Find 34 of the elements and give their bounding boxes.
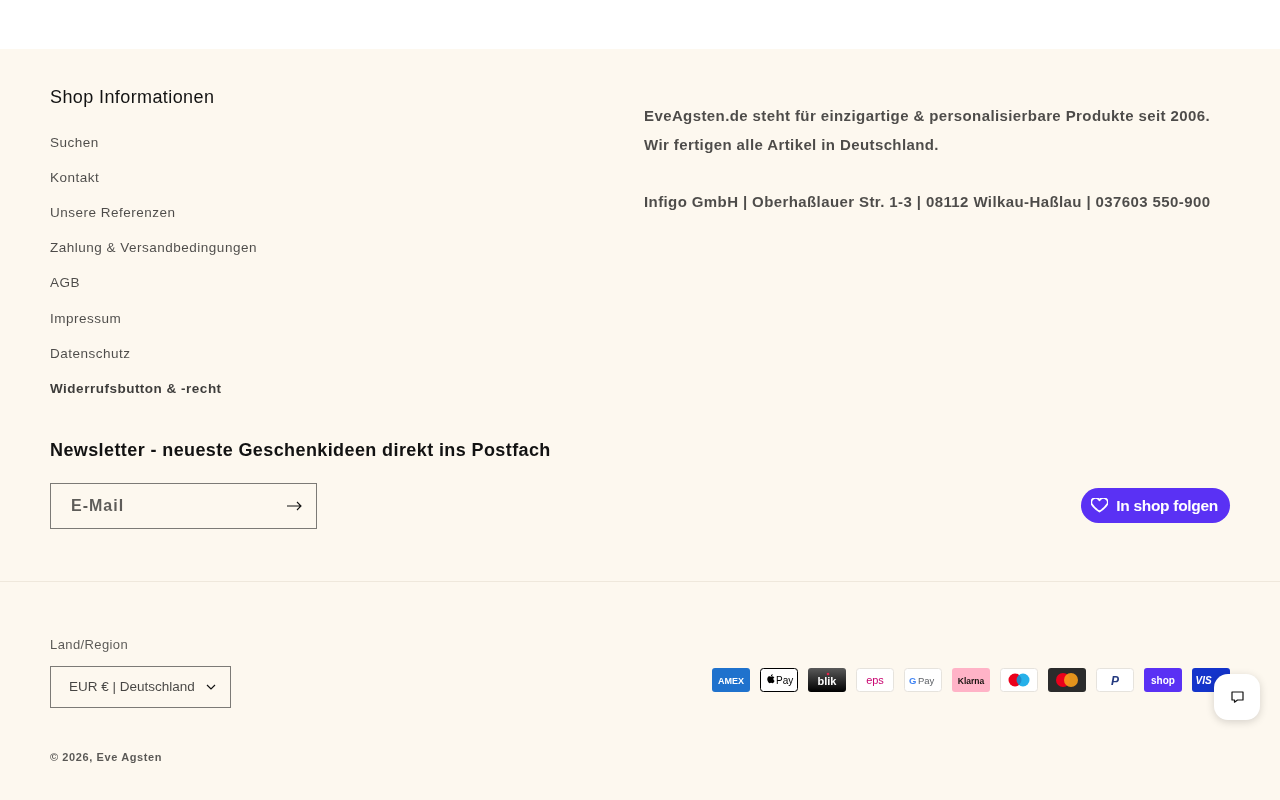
payment-logo: G Pay [904, 667, 942, 692]
footer-link[interactable]: Suchen [50, 133, 99, 152]
payment-logo: P [1096, 667, 1134, 692]
country-select[interactable]: EUR € | Deutschland [50, 665, 231, 708]
arrow-right-icon [286, 500, 302, 511]
payment-logo: Klarna [952, 667, 990, 692]
footer-link[interactable]: Zahlung & Versandbedingungen [50, 239, 257, 258]
chat-button[interactable] [1214, 674, 1260, 720]
section-heading: Shop Informationen [50, 86, 215, 109]
payment-logo-icon [1048, 667, 1086, 692]
about-text: EveAgsten.de steht für einzigartige & personalisierbare Produkte seit 2006. [644, 106, 1210, 126]
address-text: Infigo GmbH | Oberhaßlauer Str. 1-3 | 08112 Wilkau-Haßlau | 037603 550-900 [644, 192, 1211, 212]
payment-logo: eps [856, 667, 894, 692]
payment-logo: AMEX [712, 667, 750, 692]
copyright-text: © 2026, Eve Agsten [50, 749, 163, 764]
heart-icon [1091, 498, 1109, 513]
payment-logo-icon [1000, 667, 1038, 692]
shop-name-link[interactable]: Eve Agsten [96, 750, 163, 763]
payment-logo: shop [1144, 667, 1182, 692]
footer-link[interactable]: Kontakt [50, 168, 100, 187]
footer-link[interactable]: Unsere Referenzen [50, 203, 176, 222]
footer-link[interactable]: AGB [50, 274, 80, 293]
footer-link[interactable]: Widerrufsbutton & -recht [50, 379, 222, 398]
footer-link[interactable]: Datenschutz [50, 344, 131, 363]
payment-logo: blik [808, 667, 846, 692]
chevron-down-icon [205, 683, 216, 690]
region-label: Land/Region [50, 635, 129, 653]
newsletter-heading: Newsletter - neueste Geschenkideen direkt ins Postfach [50, 438, 551, 462]
email-field[interactable]: E-Mail [50, 482, 317, 529]
about-text: Wir fertigen alle Artikel in Deutschland. [644, 135, 939, 155]
footer-link[interactable]: Impressum [50, 309, 122, 328]
payment-logo: Pay [760, 667, 798, 692]
speech-bubble-icon [1230, 691, 1244, 703]
follow-shop-button[interactable]: In shop folgen [1081, 488, 1230, 523]
